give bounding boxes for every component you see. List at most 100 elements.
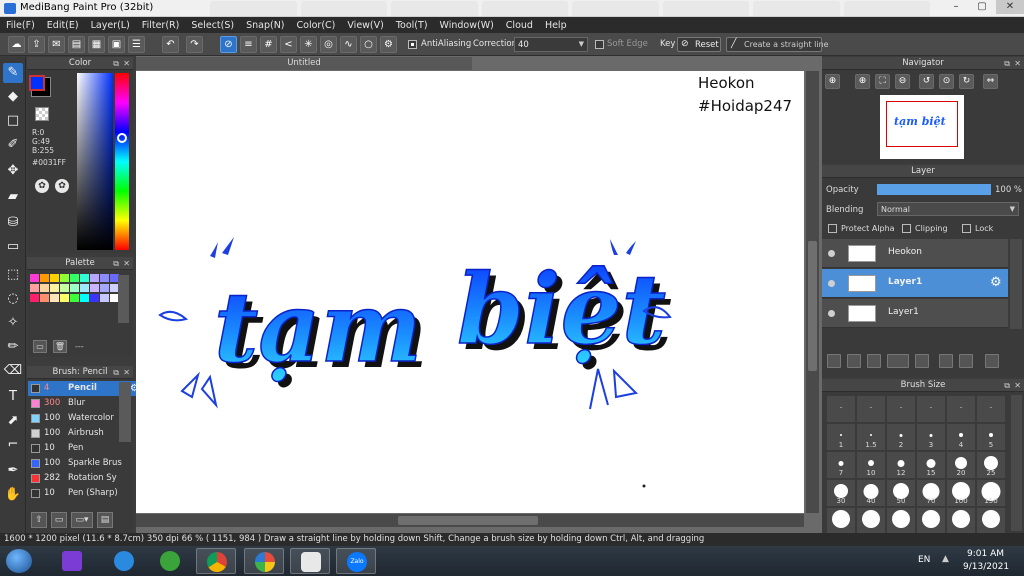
brush-settings-icon[interactable]: ▤ [97,512,113,528]
pencil-tool-icon[interactable]: ✎ [3,63,23,83]
undock-icon[interactable]: ⧉ [1004,379,1010,392]
canvas-horizontal-scrollbar[interactable] [136,514,804,527]
brush-size-option[interactable] [976,395,1006,423]
minimize-button[interactable]: – [944,0,968,14]
palette-swatch[interactable] [40,284,49,292]
gradient-tool-icon[interactable]: ▭ [3,237,23,257]
brush-size-option[interactable] [826,507,856,535]
color-sliders-icon[interactable]: ✿ [55,179,69,193]
language-indicator[interactable]: EN [918,555,930,565]
text-tool-icon[interactable]: T [3,387,23,407]
flip-icon[interactable]: ⇔ [983,74,998,89]
palette-swatch[interactable] [90,294,99,302]
fit-icon[interactable]: ⛶ [875,74,890,89]
menu-layer[interactable]: Layer(L) [91,20,130,31]
brush-size-option[interactable] [916,507,946,535]
brush-size-option[interactable] [976,507,1006,535]
trash-icon[interactable] [985,354,999,368]
taskbar-medibang[interactable] [244,548,284,574]
add-brush-icon[interactable]: ⇧ [31,512,47,528]
lock-checkbox[interactable] [962,224,971,233]
brush-size-option[interactable]: 20 [946,451,976,479]
taskbar-visual-studio[interactable] [52,548,92,574]
palette-swatch[interactable] [80,274,89,282]
palette-swatch[interactable] [50,274,59,282]
palette-scrollbar[interactable] [118,275,129,323]
brush-size-option[interactable]: 40 [856,479,886,507]
new-brush-icon[interactable]: ▭ [51,512,67,528]
brush-size-option[interactable]: 5 [976,423,1006,451]
palette-swatch[interactable] [40,274,49,282]
duplicate-layer-icon[interactable] [939,354,953,368]
chat-icon[interactable]: ▤ [68,36,85,53]
undock-icon[interactable]: ⧉ [1004,57,1010,70]
hand-tool-icon[interactable]: ✋ [3,485,23,505]
snap-circle-icon[interactable]: ○ [360,36,377,53]
menu-color[interactable]: Color(C) [297,20,336,31]
brush-size-option[interactable]: 12 [886,451,916,479]
snap-off-icon[interactable]: ⊘ [220,36,237,53]
menu-view[interactable]: View(V) [347,20,383,31]
brush-size-option[interactable] [946,395,976,423]
canvas-vertical-scrollbar[interactable] [806,71,819,513]
antialiasing-checkbox[interactable] [408,40,417,49]
undock-icon[interactable]: ⧉ [113,366,119,379]
close-icon[interactable]: ✕ [1014,57,1021,70]
palette-swatch[interactable] [90,284,99,292]
brush-size-option[interactable]: 2 [886,423,916,451]
brush-size-scrollbar[interactable] [1011,395,1022,531]
snap-parallel-icon[interactable]: ≡ [240,36,257,53]
select-eraser-tool-icon[interactable]: ⌫ [3,361,23,381]
brush-list-scrollbar[interactable] [119,382,131,442]
dropper-tool-icon[interactable]: ✒ [3,461,23,481]
taskbar-coccoc[interactable] [150,548,190,574]
visibility-toggle[interactable] [828,310,835,317]
blending-select[interactable]: Normal ▼ [877,202,1019,216]
menu-cloud[interactable]: Cloud [506,20,533,31]
palette-swatch[interactable] [70,284,79,292]
close-icon[interactable]: ✕ [123,366,130,379]
list-icon[interactable]: ☰ [128,36,145,53]
visibility-toggle[interactable] [828,280,835,287]
rectangle-tool-icon[interactable]: □ [3,111,23,131]
brush-size-option[interactable] [886,507,916,535]
eraser-tool-icon[interactable]: ◆ [3,87,23,107]
brush-size-option[interactable] [886,395,916,423]
palette-swatch[interactable] [50,294,59,302]
menu-select[interactable]: Select(S) [191,20,234,31]
move-tool-icon[interactable]: ✥ [3,161,23,181]
snap-settings-icon[interactable]: ⚙ [380,36,397,53]
snap-cross-icon[interactable]: # [260,36,277,53]
brush-size-option[interactable]: 50 [886,479,916,507]
palette-swatch[interactable] [40,294,49,302]
share-icon[interactable]: ⇪ [28,36,45,53]
comment-icon[interactable]: ✉ [48,36,65,53]
brush-size-option[interactable] [856,395,886,423]
brush-list-item[interactable]: 282 Rotation Sy [28,471,142,486]
clipping-checkbox[interactable] [902,224,911,233]
brush-size-option[interactable]: 25 [976,451,1006,479]
drawing-canvas[interactable]: Heokon #Hoidap247 tạm biệt tạm biệt [136,71,804,513]
taskbar-chrome[interactable] [196,548,236,574]
brush-list-item[interactable]: 10 Pen (Sharp) [28,486,142,501]
brush-size-option[interactable]: 1.5 [856,423,886,451]
new-8bit-layer-icon[interactable] [867,354,881,368]
brush-size-option[interactable]: 10 [856,451,886,479]
menu-edit[interactable]: Edit(E) [47,20,79,31]
palette-swatch[interactable] [100,294,109,302]
navigator-preview[interactable]: tạm biệt [880,95,964,159]
snap-concentric-icon[interactable]: ◎ [320,36,337,53]
palette-swatch[interactable] [60,284,69,292]
protect-alpha-checkbox[interactable] [828,224,837,233]
undo-icon[interactable]: ↶ [162,36,179,53]
eyedropper-tool-icon[interactable]: ⌐ [3,435,23,455]
palette-swatch[interactable] [60,274,69,282]
visibility-toggle[interactable] [828,250,835,257]
palette-swatch[interactable] [70,294,79,302]
clock-date[interactable]: 9/13/2021 [963,562,1009,572]
cloud-icon[interactable]: ☁ [8,36,25,53]
palette-swatch[interactable] [30,294,39,302]
palette-swatch[interactable] [80,284,89,292]
snap-perspective-icon[interactable]: < [280,36,297,53]
opacity-slider[interactable] [877,184,991,195]
